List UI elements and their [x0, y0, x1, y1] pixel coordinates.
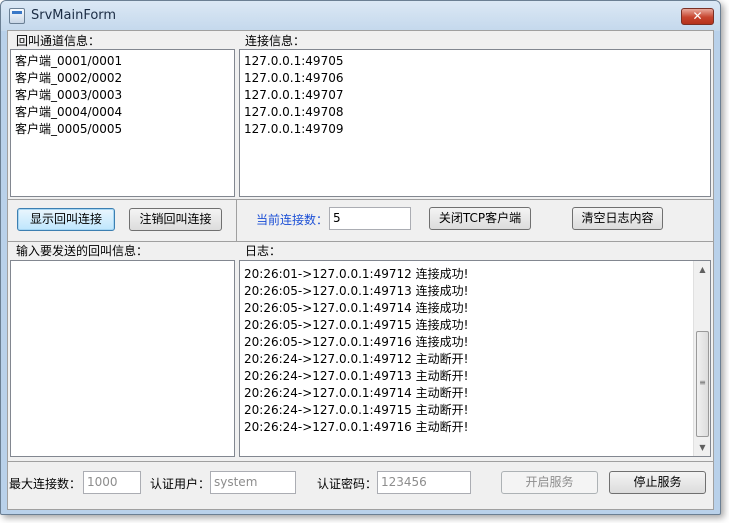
title-bar[interactable]: SrvMainForm ✕ — [1, 1, 720, 31]
log-line[interactable]: 20:26:01->127.0.0.1:49712 连接成功! — [240, 266, 710, 283]
log-line[interactable]: 20:26:05->127.0.0.1:49713 连接成功! — [240, 283, 710, 300]
log-line[interactable]: 20:26:05->127.0.0.1:49716 连接成功! — [240, 334, 710, 351]
connection-list-item[interactable]: 127.0.0.1:49708 — [240, 104, 710, 121]
log-line[interactable]: 20:26:05->127.0.0.1:49715 连接成功! — [240, 317, 710, 334]
auth-password-label: 认证密码： — [317, 477, 378, 491]
callback-list-item[interactable]: 客户端_0005/0005 — [11, 121, 234, 138]
connection-panel-label: 连接信息： — [245, 34, 306, 48]
close-button[interactable]: ✕ — [681, 8, 714, 25]
callback-panel-label: 回叫通道信息： — [16, 34, 101, 48]
log-line[interactable]: 20:26:24->127.0.0.1:49712 主动断开! — [240, 351, 710, 368]
divider — [8, 461, 713, 462]
divider — [236, 199, 237, 241]
show-callback-button[interactable]: 显示回叫连接 — [17, 208, 115, 231]
window-title: SrvMainForm — [31, 8, 117, 23]
callback-message-input[interactable] — [10, 260, 235, 457]
log-vertical-scrollbar[interactable]: ▲ ≡ ▼ — [693, 261, 710, 456]
scroll-up-icon[interactable]: ▲ — [695, 261, 710, 278]
log-line[interactable]: 20:26:24->127.0.0.1:49716 主动断开! — [240, 419, 710, 436]
auth-user-label: 认证用户： — [150, 477, 211, 491]
callback-list-item[interactable]: 客户端_0001/0001 — [11, 53, 234, 70]
close-icon: ✕ — [692, 9, 703, 23]
callback-list-item[interactable]: 客户端_0004/0004 — [11, 104, 234, 121]
current-connections-label: 当前连接数： — [256, 213, 329, 227]
current-connections-field[interactable]: 5 — [329, 207, 411, 230]
close-tcp-client-button[interactable]: 关闭TCP客户端 — [429, 207, 531, 230]
log-line[interactable]: 20:26:24->127.0.0.1:49713 主动断开! — [240, 368, 710, 385]
clear-log-button[interactable]: 清空日志内容 — [572, 207, 663, 230]
log-line[interactable]: 20:26:24->127.0.0.1:49714 主动断开! — [240, 385, 710, 402]
connection-list[interactable]: 127.0.0.1:49705 127.0.0.1:49706 127.0.0.1:… — [239, 49, 711, 197]
max-connections-field[interactable]: 1000 — [83, 471, 141, 494]
message-panel-label: 输入要发送的回叫信息： — [16, 244, 149, 258]
connection-list-item[interactable]: 127.0.0.1:49705 — [240, 53, 710, 70]
form-client-area: 回叫通道信息： 客户端_0001/0001 客户端_0002/0002 客户端_00… — [7, 30, 714, 510]
connection-list-item[interactable]: 127.0.0.1:49706 — [240, 70, 710, 87]
scroll-down-icon[interactable]: ▼ — [695, 439, 710, 456]
callback-list-item[interactable]: 客户端_0003/0003 — [11, 87, 234, 104]
main-window: SrvMainForm ✕ 回叫通道信息： 客户端_0001/0001 客户端_0… — [0, 0, 721, 515]
callback-list-item[interactable]: 客户端_0002/0002 — [11, 70, 234, 87]
grip-icon: ≡ — [699, 378, 706, 387]
log-panel-label: 日志： — [245, 244, 282, 258]
log-line[interactable]: 20:26:24->127.0.0.1:49715 主动断开! — [240, 402, 710, 419]
connection-list-item[interactable]: 127.0.0.1:49709 — [240, 121, 710, 138]
start-service-button[interactable]: 开启服务 — [501, 471, 598, 494]
cancel-callback-button[interactable]: 注销回叫连接 — [129, 208, 222, 231]
max-connections-label: 最大连接数： — [9, 477, 82, 491]
divider — [8, 199, 713, 200]
auth-password-field[interactable]: 123456 — [377, 471, 471, 494]
connection-list-item[interactable]: 127.0.0.1:49707 — [240, 87, 710, 104]
auth-user-field[interactable]: system — [210, 471, 296, 494]
scrollbar-thumb[interactable]: ≡ — [696, 331, 709, 437]
log-line[interactable]: 20:26:05->127.0.0.1:49714 连接成功! — [240, 300, 710, 317]
stop-service-button[interactable]: 停止服务 — [609, 471, 706, 494]
app-window-icon — [9, 8, 25, 24]
callback-list[interactable]: 客户端_0001/0001 客户端_0002/0002 客户端_0003/0003 客… — [10, 49, 235, 197]
log-textbox[interactable]: 20:26:01->127.0.0.1:49712 连接成功! 20:26:05-… — [239, 260, 711, 457]
